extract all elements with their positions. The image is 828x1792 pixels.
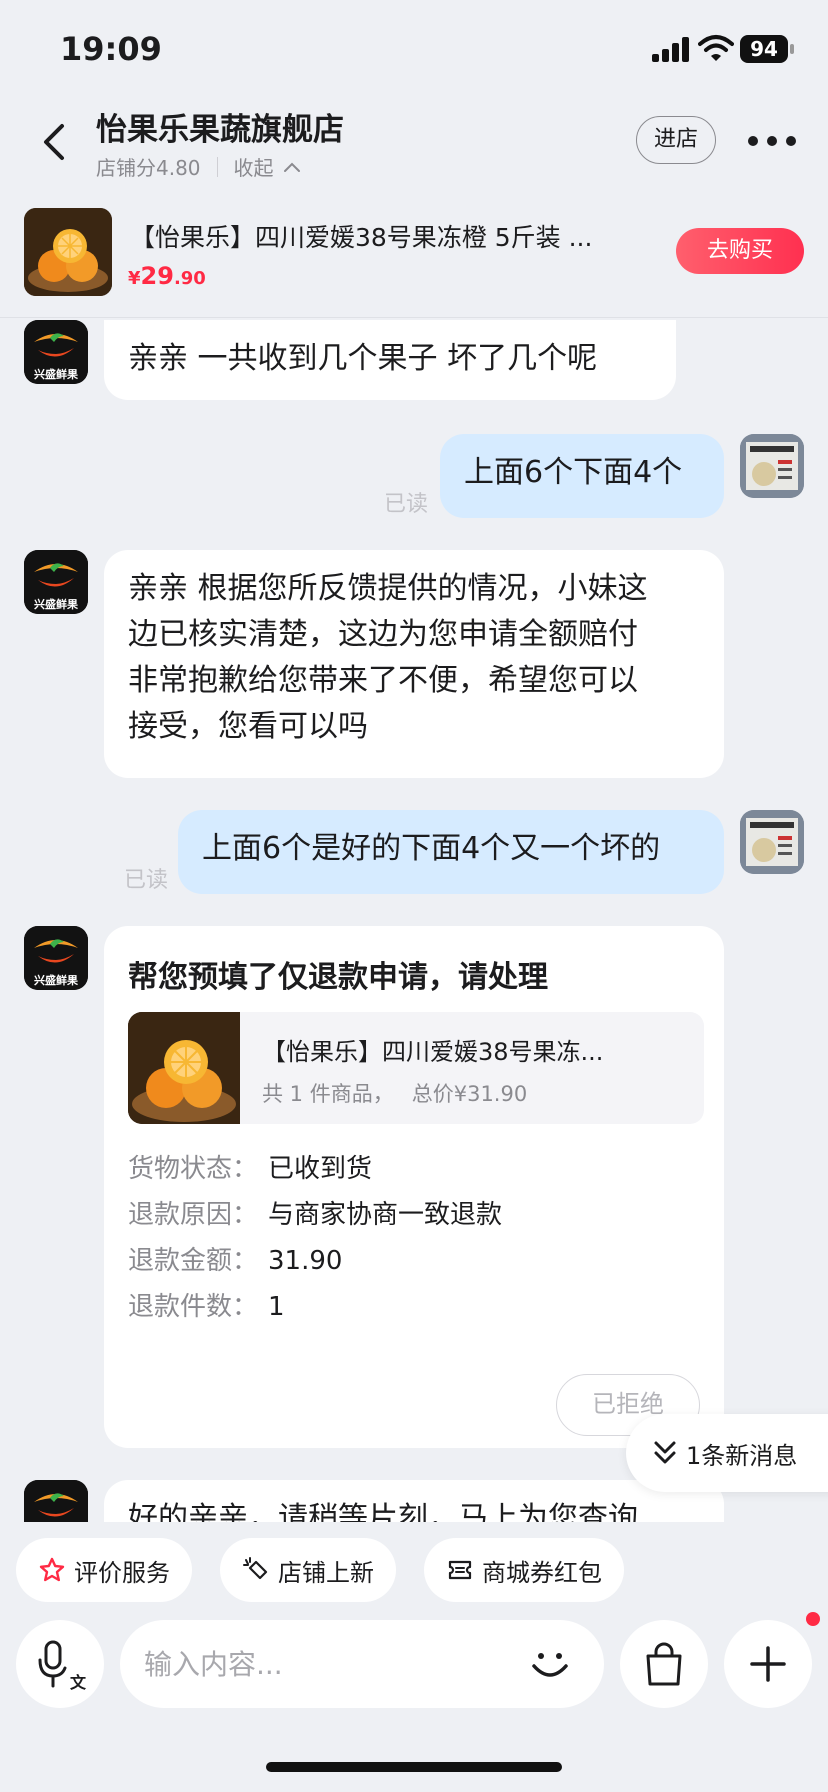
shop-logo-icon: 兴盛鲜果 <box>24 1480 88 1522</box>
product-price: ¥29.90 <box>128 262 206 290</box>
chat-header: 怡果乐果蔬旗舰店 店铺分4.80 收起 进店 <box>0 100 828 200</box>
voice-to-text-icon: 文 <box>38 1640 87 1692</box>
message-input-wrapper[interactable] <box>120 1620 604 1708</box>
coupon-chip[interactable]: 商城券红包 <box>424 1538 624 1602</box>
status-time: 19:09 <box>60 30 162 68</box>
read-receipt: 已读 <box>124 868 169 893</box>
field-value: 31.90 <box>268 1246 343 1276</box>
shop-message-bubble: 亲亲 根据您所反馈提供的情况，小妹这 边已核实清楚，这边为您申请全额赔付 非常抱… <box>104 550 724 778</box>
message-line: 非常抱歉给您带来了不便，希望您可以 <box>128 663 638 698</box>
refund-request-card[interactable]: 帮您预填了仅退款申请，请处理 【怡果乐】四川爱媛38号果冻... 共 1 件商品… <box>104 926 724 1448</box>
voice-button[interactable]: 文 <box>16 1620 104 1708</box>
card-product-meta: 共 1 件商品， 总价¥31.90 <box>262 1078 545 1108</box>
message-line: 接受，您看可以吗 <box>128 709 368 744</box>
product-total: 总价¥31.90 <box>411 1082 528 1106</box>
shop-logo-icon: 兴盛鲜果 <box>24 320 88 384</box>
refund-field-row: 退款原因： 与商家协商一致退款 <box>128 1194 502 1231</box>
product-count: 共 1 件商品， <box>262 1082 394 1106</box>
svg-text:兴盛鲜果: 兴盛鲜果 <box>34 973 78 987</box>
user-message-bubble: 上面6个下面4个 <box>440 434 724 518</box>
user-avatar-image <box>740 434 804 498</box>
orange-product-image <box>128 1012 240 1124</box>
new-messages-label[interactable]: 1条新消息 <box>686 1436 797 1471</box>
refund-field-row: 退款件数： 1 <box>128 1286 285 1323</box>
shop-name: 怡果乐果蔬旗舰店 <box>96 112 344 148</box>
shop-message-bubble: 好的亲亲，请稍等片刻，马上为您查询 <box>104 1480 724 1522</box>
star-icon <box>39 1557 65 1582</box>
product-thumbnail[interactable] <box>24 208 112 296</box>
message-input[interactable] <box>144 1636 504 1692</box>
field-label: 退款件数： <box>128 1292 259 1322</box>
shop-message-bubble: 亲亲 一共收到几个果子 坏了几个呢 <box>104 320 676 400</box>
store-new-chip[interactable]: 店铺上新 <box>220 1538 396 1602</box>
new-messages-button[interactable]: 1条新消息 <box>626 1414 828 1492</box>
field-label: 退款原因： <box>128 1200 259 1230</box>
notification-dot <box>806 1612 820 1626</box>
quick-actions: 评价服务 店铺上新 商城券红包 <box>0 1538 828 1604</box>
card-product-title: 【怡果乐】四川爱媛38号果冻... <box>262 1038 604 1066</box>
product-title[interactable]: 【怡果乐】四川爱媛38号果冻橙 5斤装 ... <box>130 218 650 254</box>
shop-score: 店铺分4.80 <box>96 156 201 180</box>
double-chevron-down-icon <box>654 1441 676 1464</box>
shop-avatar[interactable]: 兴盛鲜果 <box>24 320 88 384</box>
battery-level: 94 <box>740 35 788 63</box>
card-title: 帮您预填了仅退款申请，请处理 <box>128 960 548 995</box>
add-button[interactable] <box>724 1620 812 1708</box>
battery-icon: 94 <box>740 35 796 63</box>
rate-service-chip[interactable]: 评价服务 <box>16 1538 192 1602</box>
user-message-bubble: 上面6个是好的下面4个又一个坏的 <box>178 810 724 894</box>
chip-label[interactable]: 评价服务 <box>74 1553 170 1588</box>
shop-avatar[interactable]: 兴盛鲜果 <box>24 1480 88 1522</box>
divider <box>216 156 218 177</box>
shop-avatar[interactable]: 兴盛鲜果 <box>24 550 88 614</box>
field-value: 与商家协商一致退款 <box>268 1200 503 1230</box>
refund-field-row: 货物状态： 已收到货 <box>128 1148 372 1185</box>
status-bar: 19:09 94 <box>0 0 828 100</box>
user-avatar[interactable] <box>740 434 804 498</box>
collapse-toggle[interactable]: 收起 <box>234 152 274 181</box>
message-line: 边已核实清楚，这边为您申请全额赔付 <box>128 617 638 652</box>
wifi-icon <box>698 35 734 61</box>
message-line: 亲亲 根据您所反馈提供的情况，小妹这 <box>128 571 648 606</box>
chip-label[interactable]: 商城券红包 <box>482 1553 602 1588</box>
field-label: 退款金额： <box>128 1246 259 1276</box>
product-bag-button[interactable] <box>620 1620 708 1708</box>
enter-shop-button[interactable]: 进店 <box>636 116 716 164</box>
coupon-icon <box>448 1560 472 1580</box>
plus-icon <box>750 1646 786 1682</box>
cellular-signal-icon <box>652 36 692 62</box>
sparkle-tag-icon <box>243 1557 268 1580</box>
card-product-thumbnail <box>128 1012 240 1124</box>
field-label: 货物状态： <box>128 1154 259 1184</box>
buy-button[interactable]: 去购买 <box>676 228 804 274</box>
product-strip[interactable]: 【怡果乐】四川爱媛38号果冻橙 5斤装 ... ¥29.90 去购买 <box>0 200 828 318</box>
chevron-up-icon[interactable] <box>282 160 302 174</box>
svg-text:兴盛鲜果: 兴盛鲜果 <box>34 597 78 611</box>
field-value: 已收到货 <box>268 1154 373 1184</box>
user-avatar[interactable] <box>740 810 804 874</box>
shopping-bag-icon <box>646 1642 682 1686</box>
field-value: 1 <box>268 1292 285 1322</box>
shop-logo-icon: 兴盛鲜果 <box>24 926 88 990</box>
read-receipt: 已读 <box>384 492 429 517</box>
shop-logo-icon: 兴盛鲜果 <box>24 550 88 614</box>
chat-messages[interactable]: 兴盛鲜果 亲亲 一共收到几个果子 坏了几个呢 已读 上面6个下面4个 兴盛鲜果 … <box>0 320 828 1522</box>
shop-meta: 店铺分4.80 收起 <box>96 152 302 181</box>
back-icon[interactable] <box>36 118 72 166</box>
home-indicator <box>266 1762 562 1772</box>
orange-product-image <box>24 208 112 296</box>
svg-text:兴盛鲜果: 兴盛鲜果 <box>34 367 78 381</box>
input-bar: 文 <box>0 1620 828 1708</box>
shop-avatar[interactable]: 兴盛鲜果 <box>24 926 88 990</box>
refund-field-row: 退款金额： 31.90 <box>128 1240 342 1277</box>
more-icon[interactable] <box>748 136 796 148</box>
user-avatar-image <box>740 810 804 874</box>
card-product[interactable]: 【怡果乐】四川爱媛38号果冻... 共 1 件商品， 总价¥31.90 <box>128 1012 704 1124</box>
emoji-icon[interactable] <box>524 1638 576 1690</box>
svg-text:文: 文 <box>70 1673 87 1692</box>
chip-label[interactable]: 店铺上新 <box>278 1553 374 1588</box>
